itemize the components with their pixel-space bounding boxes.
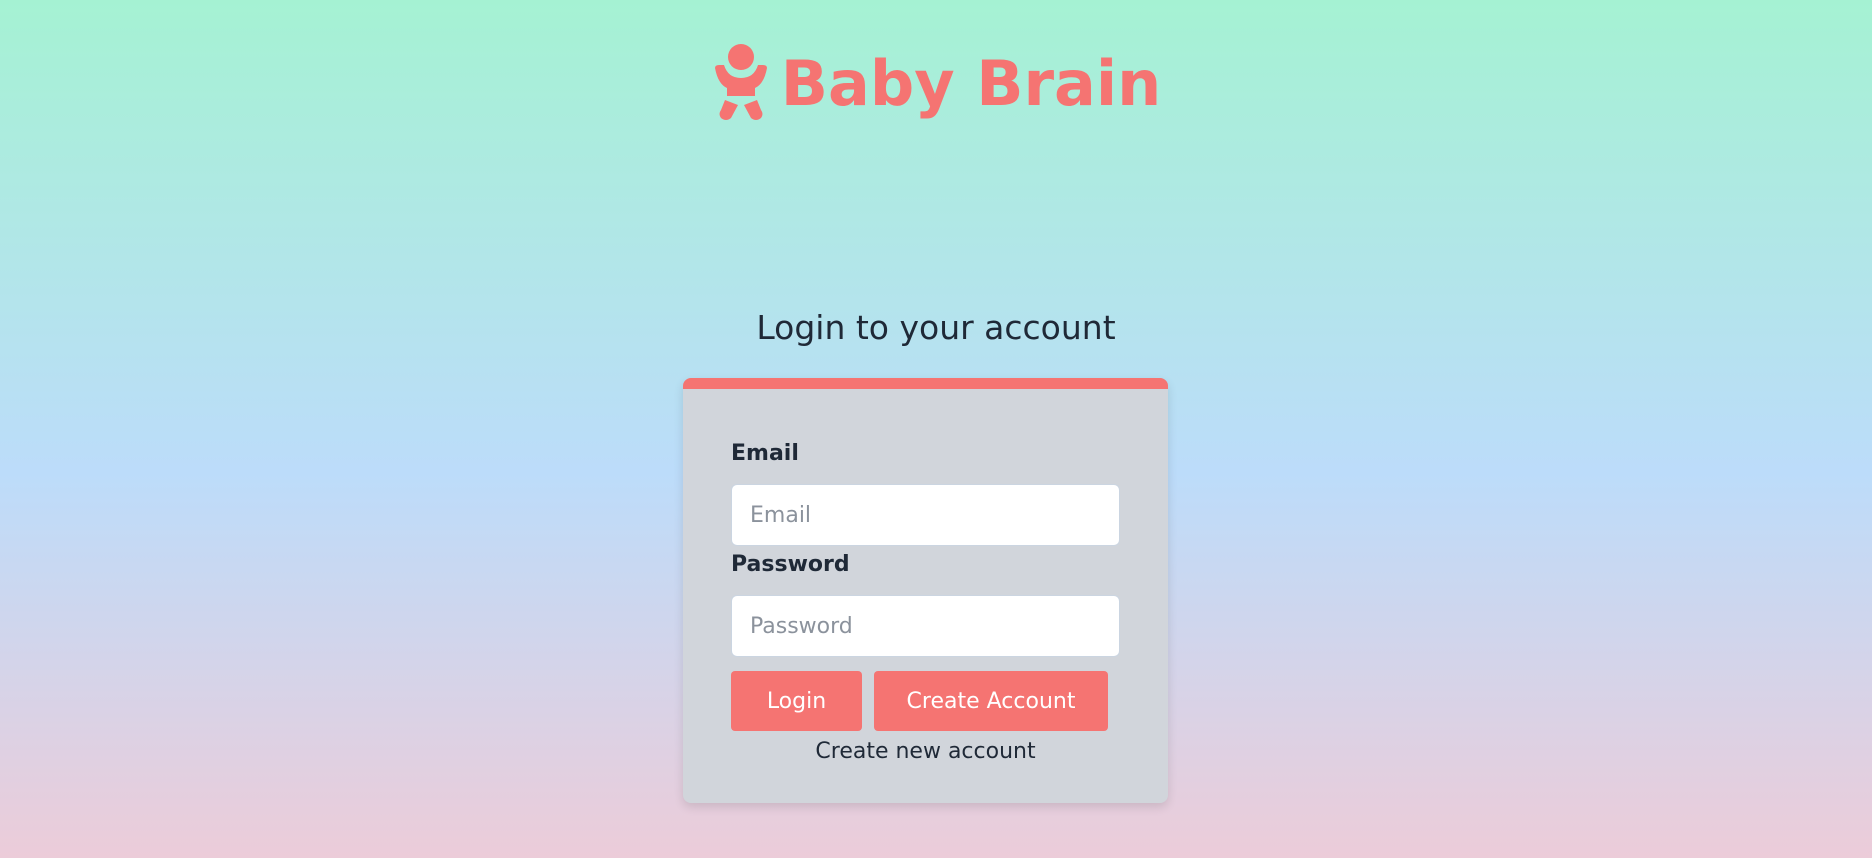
brand-header: Baby Brain	[0, 42, 1872, 122]
brand-name: Baby Brain	[780, 47, 1162, 120]
password-label: Password	[731, 552, 850, 577]
baby-icon	[714, 44, 767, 120]
login-card: Email Password Login Create Account Crea…	[683, 378, 1168, 803]
email-label: Email	[731, 441, 799, 466]
page-title: Login to your account	[756, 308, 1116, 347]
create-account-button[interactable]: Create Account	[874, 671, 1108, 731]
create-new-account-link[interactable]: Create new account	[683, 739, 1168, 764]
email-input[interactable]	[731, 484, 1120, 546]
password-input[interactable]	[731, 595, 1120, 657]
login-button[interactable]: Login	[731, 671, 862, 731]
